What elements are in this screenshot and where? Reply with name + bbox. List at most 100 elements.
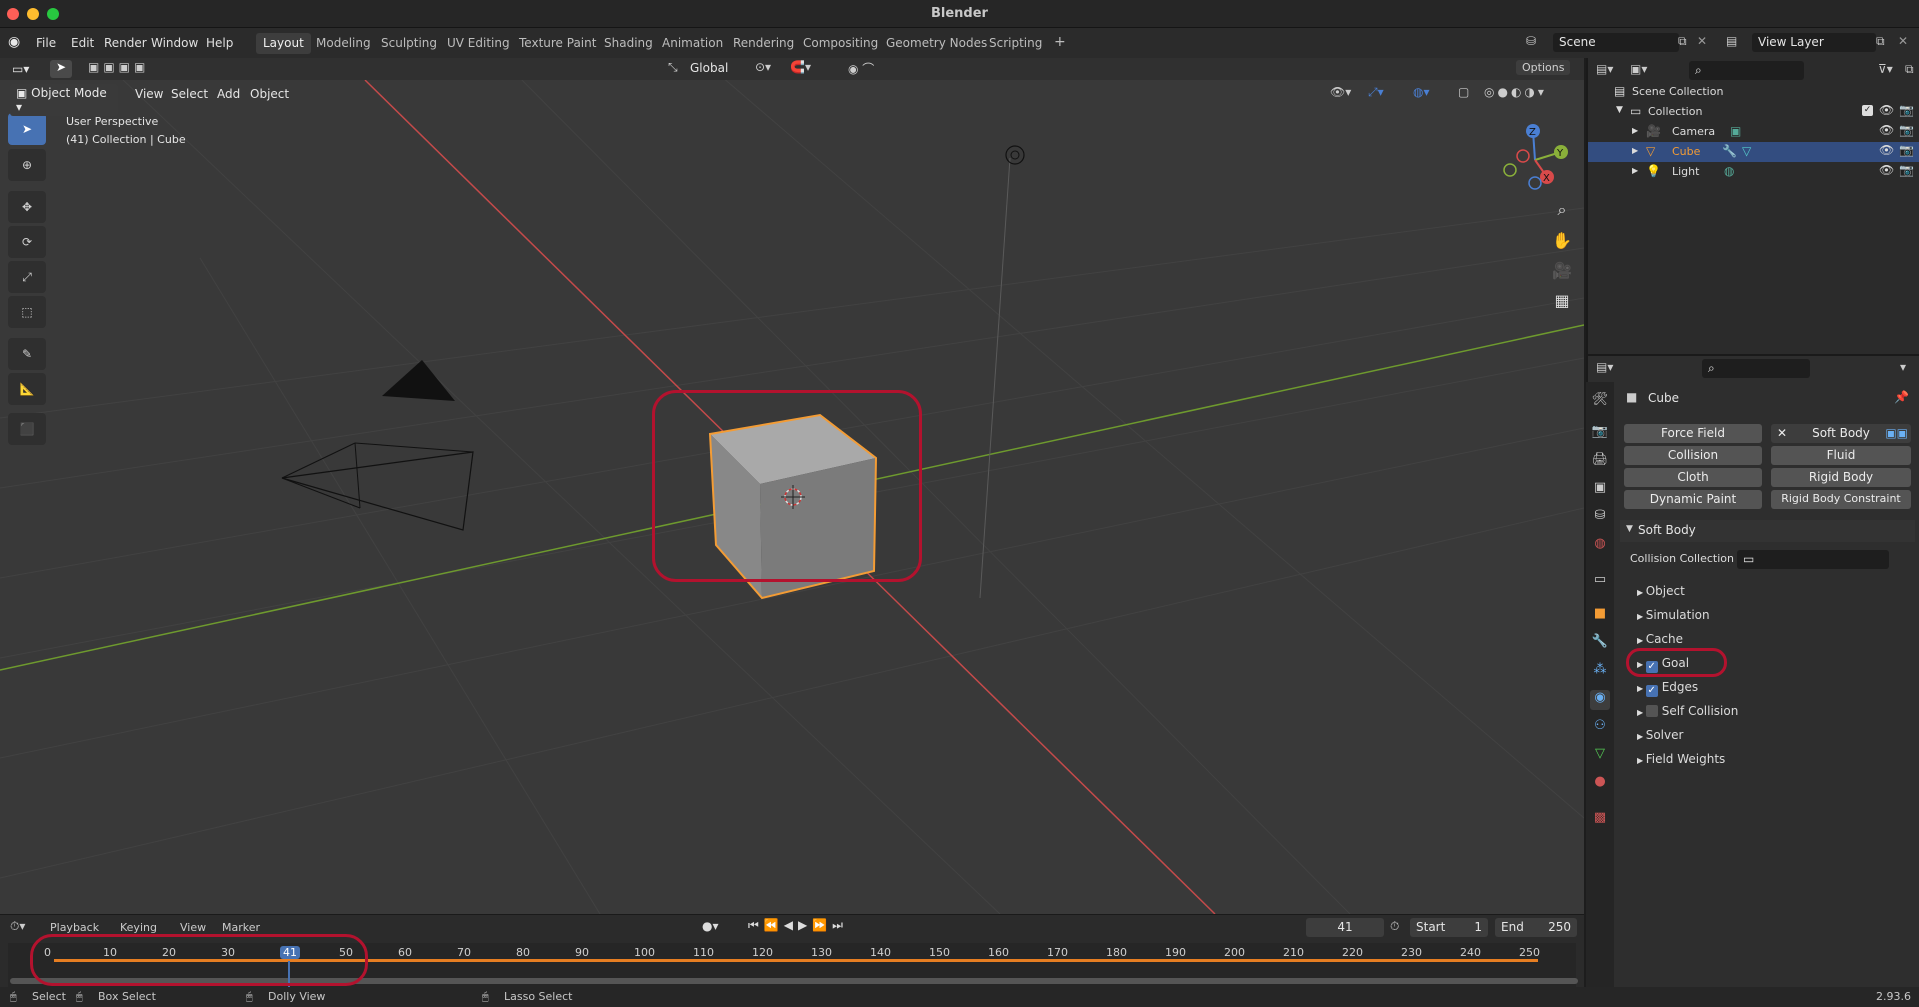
subpanel-edges[interactable]: ▶ ✓ Edges <box>1637 680 1698 697</box>
add-cube-tool[interactable]: ⬛ <box>8 413 46 445</box>
tab-animation[interactable]: Animation <box>655 33 730 54</box>
outliner-row-collection[interactable]: ▼ ▭ Collection ✓ 👁 📷 <box>1588 102 1919 122</box>
select-tool-icon[interactable]: ➤ <box>50 60 72 78</box>
render-tab-icon[interactable]: 📷 <box>1590 424 1610 444</box>
shading-mode-icons[interactable]: ◎●◐◑▾ <box>1484 85 1547 99</box>
outliner-row-light[interactable]: ▶ 💡 Light ◍ 👁 📷 <box>1588 162 1919 182</box>
output-tab-icon[interactable]: 🖨 <box>1590 452 1610 472</box>
viewport-menu-select[interactable]: Select <box>167 85 212 103</box>
subpanel-enable-checkbox[interactable]: ✓ <box>1645 685 1658 697</box>
menu-render[interactable]: Render <box>100 34 151 52</box>
subpanel-enable-checkbox[interactable] <box>1645 705 1658 717</box>
xray-icon[interactable]: ▢ <box>1458 85 1469 99</box>
expand-arrow-icon[interactable]: ▶ <box>1632 126 1638 135</box>
soft-body-button[interactable]: ✕ Soft Body ▣▣ <box>1771 424 1911 443</box>
timeline-menu-playback[interactable]: Playback <box>50 921 99 934</box>
timeline-editor-type-icon[interactable]: ⏱▾ <box>10 919 25 934</box>
start-frame-field[interactable]: Start 1 <box>1410 918 1488 937</box>
rigid-body-constraint-button[interactable]: Rigid Body Constraint <box>1771 490 1911 509</box>
current-frame-field[interactable]: 41 <box>1306 918 1384 937</box>
overlay-toggle-icon[interactable]: ◍▾ <box>1413 85 1430 99</box>
render-camera-icon[interactable]: 📷 <box>1899 143 1914 157</box>
navigation-gizmo[interactable]: Z Y X <box>1495 120 1575 200</box>
dynamic-paint-button[interactable]: Dynamic Paint <box>1624 490 1762 509</box>
collision-collection-field[interactable]: ▭ <box>1737 550 1889 569</box>
world-tab-icon[interactable]: ◍ <box>1590 536 1610 556</box>
end-frame-field[interactable]: End 250 <box>1495 918 1577 937</box>
menu-window[interactable]: Window <box>147 34 202 52</box>
subpanel-simulation[interactable]: ▶ Simulation <box>1637 608 1710 622</box>
blender-logo-icon[interactable]: ◉ <box>8 34 20 50</box>
eye-icon[interactable]: 👁 <box>1879 143 1894 157</box>
scene-icon[interactable]: ⛁ <box>1526 34 1536 48</box>
tab-texture-paint[interactable]: Texture Paint <box>512 33 603 54</box>
scale-tool[interactable]: ⤢ <box>8 261 46 293</box>
render-camera-icon[interactable]: 📷 <box>1899 103 1914 117</box>
subpanel-field-weights[interactable]: ▶ Field Weights <box>1637 752 1725 766</box>
tab-scripting[interactable]: Scripting <box>982 33 1049 54</box>
playback-controls[interactable]: ⏮⏪◀▶⏩⏭ <box>748 918 848 933</box>
new-scene-icon[interactable]: ⧉ <box>1678 34 1687 49</box>
annotate-tool[interactable]: ✎ <box>8 338 46 370</box>
material-tab-icon[interactable]: ● <box>1590 774 1610 794</box>
grid-view-icon[interactable]: ▦ <box>1547 286 1577 314</box>
camera-view-icon[interactable]: 🎥 <box>1547 256 1577 284</box>
object-mode-dropdown[interactable]: ▣ Object Mode ▾ <box>10 84 118 116</box>
outliner-search-field[interactable]: ⌕ <box>1689 61 1804 80</box>
pin-icon[interactable]: 📌 <box>1894 390 1909 404</box>
expand-arrow-icon[interactable]: ▶ <box>1632 146 1638 155</box>
viewport-menu-add[interactable]: Add <box>213 85 244 103</box>
tool-tab-icon[interactable]: 🛠 <box>1590 392 1610 412</box>
add-workspace-button[interactable]: + <box>1047 31 1073 52</box>
properties-options-icon[interactable]: ▾ <box>1900 360 1906 374</box>
editor-type-icon[interactable]: ▭▾ <box>8 60 33 78</box>
view-layer-selector[interactable]: View Layer <box>1752 33 1876 52</box>
rotate-tool[interactable]: ⟳ <box>8 226 46 258</box>
filter-icon[interactable]: ⊽▾ <box>1878 62 1893 76</box>
tab-compositing[interactable]: Compositing <box>796 33 885 54</box>
tab-shading[interactable]: Shading <box>597 33 660 54</box>
modifier-tab-icon[interactable]: 🔧 <box>1590 634 1610 654</box>
timeline-menu-marker[interactable]: Marker <box>222 921 260 934</box>
render-camera-icon[interactable]: 📷 <box>1899 163 1914 177</box>
cursor-tool[interactable]: ⊕ <box>8 149 46 181</box>
force-field-button[interactable]: Force Field <box>1624 424 1762 443</box>
remove-x-icon[interactable]: ✕ <box>1777 426 1787 440</box>
3d-viewport[interactable]: Z Y X ⌕ ✋ 🎥 ▦ User Perspective (41) Coll… <box>0 58 1584 914</box>
new-collection-icon[interactable]: ⧉ <box>1905 62 1914 77</box>
outliner-row-scene-collection[interactable]: ▤ Scene Collection <box>1588 82 1919 102</box>
display-mode-icon[interactable]: ▣▾ <box>1630 62 1647 76</box>
menu-help[interactable]: Help <box>202 34 237 52</box>
outliner-row-cube[interactable]: ▶ ▽ Cube 🔧 ▽ 👁 📷 <box>1588 142 1919 162</box>
scene-tab-icon[interactable]: ⛁ <box>1590 508 1610 528</box>
object-tab-icon[interactable]: ■ <box>1590 606 1610 626</box>
tab-layout[interactable]: Layout <box>256 33 311 54</box>
move-tool[interactable]: ✥ <box>8 191 46 223</box>
subpanel-object[interactable]: ▶ Object <box>1637 584 1685 598</box>
preview-range-icon[interactable]: ⏱ <box>1390 919 1399 934</box>
rigid-body-button[interactable]: Rigid Body <box>1771 468 1911 487</box>
visibility-icon[interactable]: 👁▾ <box>1330 85 1351 99</box>
constraints-tab-icon[interactable]: ⚇ <box>1590 718 1610 738</box>
soft-body-panel-header[interactable]: ▼ Soft Body <box>1620 520 1915 542</box>
subpanel-cache[interactable]: ▶ Cache <box>1637 632 1683 646</box>
data-tab-icon[interactable]: ▽ <box>1590 746 1610 766</box>
delete-scene-icon[interactable]: ✕ <box>1697 34 1707 48</box>
menu-edit[interactable]: Edit <box>67 34 98 52</box>
view-layer-icon[interactable]: ▤ <box>1726 34 1737 48</box>
outliner-row-camera[interactable]: ▶ 🎥 Camera ▣ 👁 📷 <box>1588 122 1919 142</box>
proportional-edit-icon[interactable]: ◉ ⌒ <box>848 60 874 77</box>
view-layer-tab-icon[interactable]: ▣ <box>1590 480 1610 500</box>
fluid-button[interactable]: Fluid <box>1771 446 1911 465</box>
tab-sculpting[interactable]: Sculpting <box>374 33 444 54</box>
scene-selector[interactable]: Scene <box>1553 33 1679 52</box>
record-icon[interactable]: ●▾ <box>702 919 719 933</box>
tab-geometry-nodes[interactable]: Geometry Nodes <box>879 33 994 54</box>
physics-tab-icon[interactable]: ◉ <box>1590 690 1610 710</box>
collection-tab-icon[interactable]: ▭ <box>1590 572 1610 592</box>
subpanel-self-collision[interactable]: ▶ Self Collision <box>1637 704 1738 718</box>
select-box-tool[interactable]: ➤ <box>8 113 46 145</box>
outliner-editor-type-icon[interactable]: ▤▾ <box>1596 62 1613 76</box>
pivot-icon[interactable]: ⊙▾ <box>755 60 771 74</box>
viewport-menu-object[interactable]: Object <box>246 85 293 103</box>
